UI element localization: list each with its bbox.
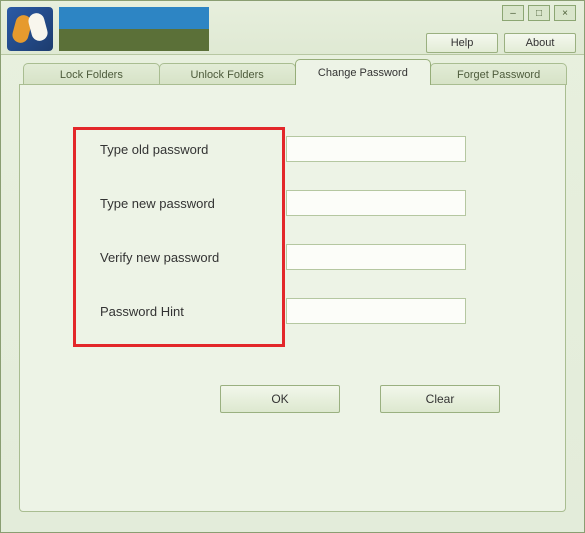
- tab-forget-password[interactable]: Forget Password: [430, 63, 567, 85]
- new-password-label: Type new password: [76, 196, 286, 211]
- app-banner: [59, 7, 209, 51]
- minimize-button[interactable]: –: [502, 5, 524, 21]
- form-row: Type old password: [76, 133, 516, 165]
- verify-password-input[interactable]: [286, 244, 466, 270]
- tabstrip: Lock Folders Unlock Folders Change Passw…: [23, 61, 566, 85]
- clear-button[interactable]: Clear: [380, 385, 500, 413]
- titlebar: – □ × Help About: [1, 1, 584, 55]
- change-password-form: Type old password Type new password Veri…: [76, 133, 516, 349]
- tab-lock-folders[interactable]: Lock Folders: [23, 63, 160, 85]
- tab-panel: Type old password Type new password Veri…: [19, 84, 566, 512]
- tab-unlock-folders[interactable]: Unlock Folders: [159, 63, 296, 85]
- close-button[interactable]: ×: [554, 5, 576, 21]
- form-row: Type new password: [76, 187, 516, 219]
- app-logo-icon: [7, 7, 53, 51]
- about-button[interactable]: About: [504, 33, 576, 53]
- password-hint-label: Password Hint: [76, 304, 286, 319]
- new-password-input[interactable]: [286, 190, 466, 216]
- app-window: – □ × Help About Lock Folders Unlock Fol…: [0, 0, 585, 533]
- maximize-button[interactable]: □: [528, 5, 550, 21]
- form-row: Password Hint: [76, 295, 516, 327]
- old-password-input[interactable]: [286, 136, 466, 162]
- old-password-label: Type old password: [76, 142, 286, 157]
- tab-change-password[interactable]: Change Password: [295, 59, 432, 85]
- verify-password-label: Verify new password: [76, 250, 286, 265]
- help-button[interactable]: Help: [426, 33, 498, 53]
- form-row: Verify new password: [76, 241, 516, 273]
- ok-button[interactable]: OK: [220, 385, 340, 413]
- password-hint-input[interactable]: [286, 298, 466, 324]
